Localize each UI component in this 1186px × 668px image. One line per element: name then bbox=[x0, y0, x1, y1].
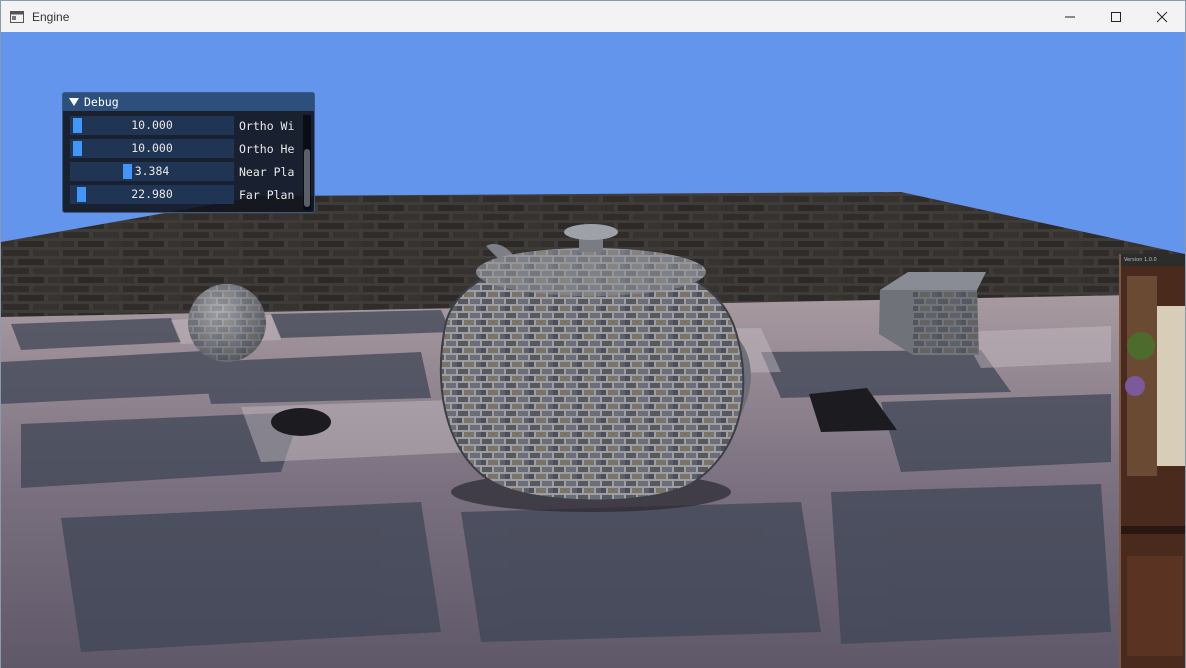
debug-panel-title: Debug bbox=[84, 95, 119, 109]
slider-row-near-plane: 3.384 Near Pla bbox=[70, 162, 297, 181]
title-bar[interactable]: Engine bbox=[1, 1, 1185, 32]
slider-label: Ortho He bbox=[239, 141, 295, 156]
slider-row-ortho-height: 10.000 Ortho He bbox=[70, 139, 297, 158]
maximize-button[interactable] bbox=[1093, 1, 1139, 32]
slider-label: Far Plan bbox=[239, 187, 295, 202]
minimize-button[interactable] bbox=[1047, 1, 1093, 32]
collapse-triangle-icon[interactable] bbox=[69, 98, 79, 106]
close-button[interactable] bbox=[1139, 1, 1185, 32]
debug-panel[interactable]: Debug 10.000 Ortho Wi 10.000 Ortho He 3.… bbox=[62, 92, 315, 213]
ortho-height-slider[interactable]: 10.000 bbox=[70, 139, 234, 158]
slider-value: 10.000 bbox=[131, 118, 173, 132]
background-window-content bbox=[1121, 266, 1185, 668]
scrollbar-thumb[interactable] bbox=[304, 149, 310, 207]
debug-panel-scrollbar[interactable] bbox=[303, 115, 311, 210]
window-title: Engine bbox=[32, 9, 70, 24]
background-window-partial[interactable]: Version 1.0.0 bbox=[1119, 254, 1185, 668]
slider-value: 10.000 bbox=[131, 141, 173, 155]
close-icon bbox=[1156, 11, 1168, 22]
ortho-width-slider[interactable]: 10.000 bbox=[70, 116, 234, 135]
app-window-icon bbox=[9, 9, 25, 25]
minimize-icon bbox=[1065, 16, 1075, 17]
slider-label: Near Pla bbox=[239, 164, 295, 179]
engine-window: Engine Debug 10.000 Ortho Wi 10.000 Orth… bbox=[0, 0, 1186, 668]
background-window-title: Version 1.0.0 bbox=[1121, 254, 1185, 266]
slider-value: 22.980 bbox=[131, 187, 173, 201]
near-plane-slider[interactable]: 3.384 bbox=[70, 162, 234, 181]
far-plane-slider[interactable]: 22.980 bbox=[70, 185, 234, 204]
maximize-icon bbox=[1111, 11, 1121, 22]
slider-row-far-plane: 22.980 Far Plan bbox=[70, 185, 297, 204]
slider-value: 3.384 bbox=[134, 164, 170, 178]
debug-panel-header[interactable]: Debug bbox=[63, 93, 314, 111]
slider-label: Ortho Wi bbox=[239, 118, 295, 133]
3d-viewport[interactable]: Debug 10.000 Ortho Wi 10.000 Ortho He 3.… bbox=[1, 32, 1185, 668]
slider-row-ortho-width: 10.000 Ortho Wi bbox=[70, 116, 297, 135]
